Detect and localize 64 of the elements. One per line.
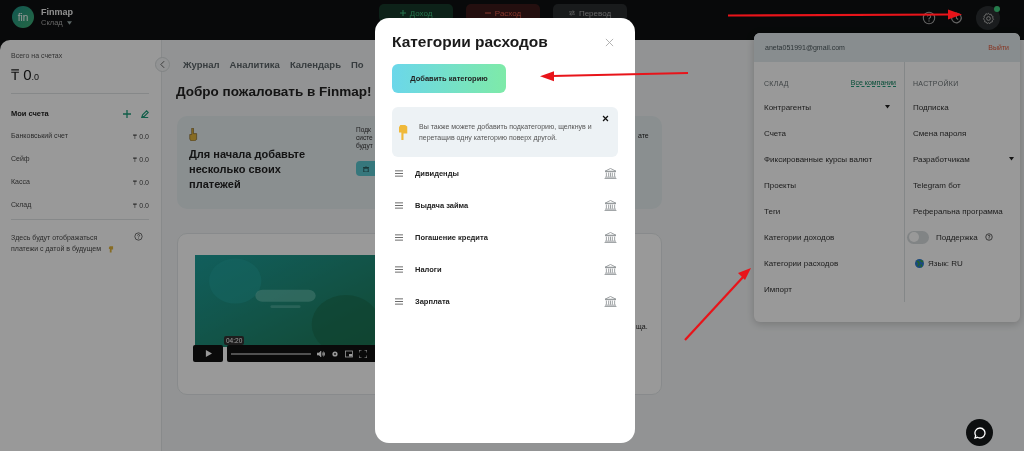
bank-icon[interactable] — [604, 263, 617, 275]
menu-item[interactable]: Поддержка — [936, 232, 978, 242]
menu-item[interactable]: Импорт — [764, 276, 896, 302]
nav-tab[interactable]: Аналитика — [229, 59, 280, 70]
total-amount: ₸ 0.0 — [11, 65, 41, 84]
chat-icon — [973, 426, 986, 439]
add-icon[interactable] — [123, 109, 131, 118]
transfer-icon — [568, 10, 575, 16]
settings-button[interactable] — [976, 6, 1000, 30]
edit-icon[interactable] — [141, 109, 149, 118]
minus-icon — [484, 10, 491, 16]
bank-icon[interactable] — [604, 231, 617, 243]
menu-item[interactable]: Категории доходов — [764, 224, 896, 250]
intro-title: Для начала добавьте несколько своих платежей — [189, 147, 307, 192]
picture-in-picture-icon[interactable] — [345, 349, 353, 358]
caret-icon — [66, 20, 72, 25]
plus-icon — [399, 10, 406, 16]
help-icon[interactable] — [922, 11, 936, 25]
drag-handle-icon[interactable] — [395, 233, 403, 241]
menu-item[interactable]: Подписка — [913, 94, 1020, 120]
play-button[interactable] — [193, 345, 223, 362]
caret-icon — [1009, 157, 1014, 161]
language-selector[interactable]: Язык: RU — [928, 258, 963, 268]
bank-icon[interactable] — [604, 199, 617, 211]
dialog-title: Категории расходов — [392, 33, 548, 51]
drag-handle-icon[interactable] — [395, 169, 403, 177]
drag-handle-icon[interactable] — [395, 265, 403, 273]
pointing-hand-icon — [398, 124, 409, 140]
bank-icon[interactable] — [604, 167, 617, 179]
menu-item[interactable]: Теги — [764, 198, 896, 224]
menu-item[interactable]: Категории расходов — [764, 250, 896, 276]
brand-name: Finmap — [41, 7, 73, 17]
toggle-switch[interactable] — [907, 230, 929, 244]
menu-item[interactable]: Telegram бот — [913, 172, 1020, 198]
volume-icon[interactable] — [317, 349, 325, 358]
trash-icon — [362, 165, 369, 172]
menu-item[interactable]: Фиксированные курсы валют — [764, 146, 896, 172]
close-icon[interactable] — [602, 115, 609, 122]
add-button[interactable] — [356, 161, 375, 176]
fullscreen-icon[interactable] — [359, 349, 367, 358]
nav-tab[interactable]: Календарь — [289, 59, 341, 70]
play-icon — [204, 350, 212, 357]
help-icon[interactable] — [134, 232, 143, 241]
menu-item[interactable]: Счета — [764, 120, 896, 146]
nav-tab[interactable]: По — [351, 59, 364, 70]
menu-item[interactable]: Контрагенты — [764, 94, 896, 120]
welcome-heading: Добро пожаловать в Finmap! — [176, 84, 372, 99]
menu-item[interactable]: Проекты — [764, 172, 896, 198]
drag-handle-icon[interactable] — [395, 297, 403, 305]
pointing-hand-icon — [189, 128, 198, 141]
drag-handle-icon[interactable] — [395, 201, 403, 209]
nav-tab[interactable]: Журнал — [183, 59, 220, 70]
bank-icon[interactable] — [604, 295, 617, 307]
caret-icon — [885, 105, 890, 109]
settings-icon[interactable] — [331, 349, 339, 358]
pointing-hand-icon — [108, 245, 114, 253]
globe-icon — [915, 258, 924, 268]
menu-item[interactable]: Смена пароля — [913, 120, 1020, 146]
menu-item[interactable]: Разработчикам — [913, 146, 1020, 172]
gear-icon — [981, 11, 995, 25]
menu-item[interactable]: Реферальна программа — [913, 198, 1020, 224]
chevron-left-icon — [160, 61, 165, 68]
progress-track[interactable] — [231, 352, 311, 355]
help-icon[interactable] — [984, 233, 993, 241]
